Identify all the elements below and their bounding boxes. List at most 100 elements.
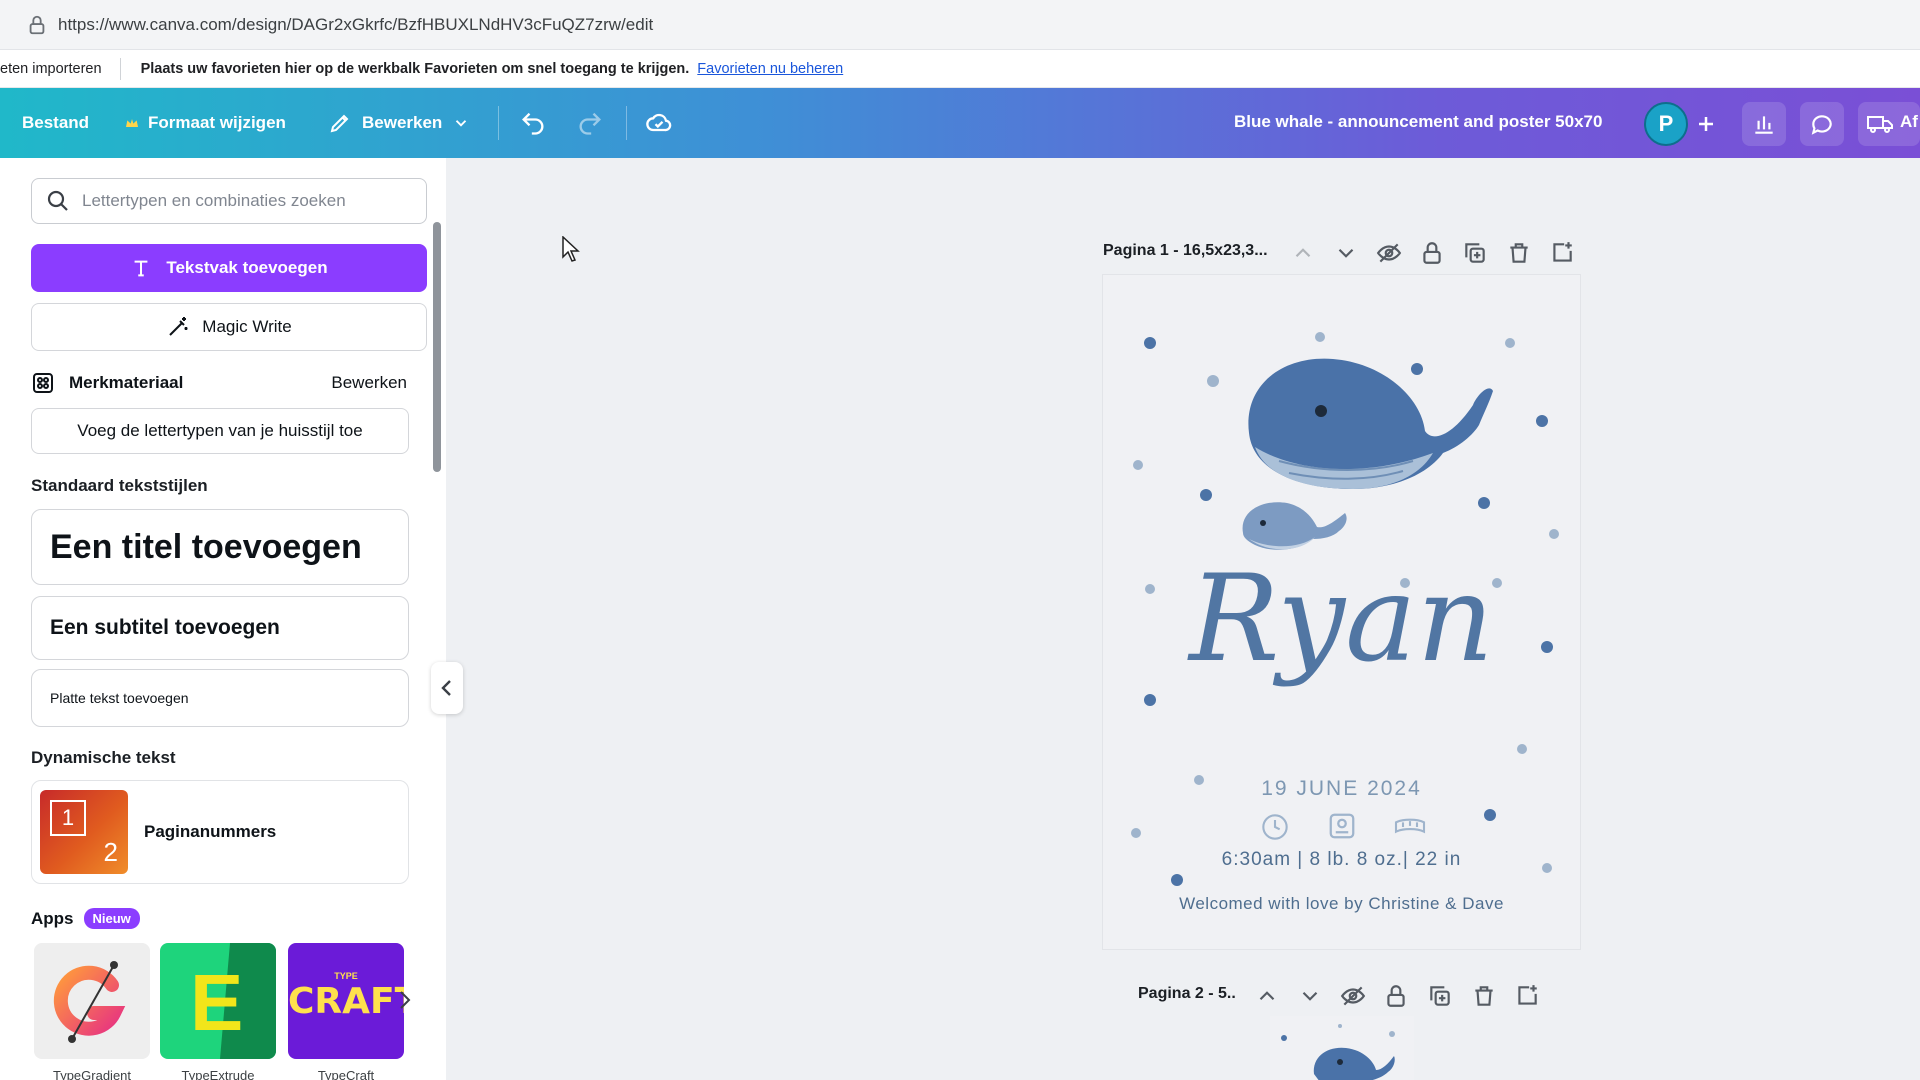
- add-brand-fonts-label: Voeg de lettertypen van je huisstijl toe: [77, 421, 363, 440]
- bookmarks-message: Plaats uw favorieten hier op de werkbalk…: [140, 60, 690, 77]
- document-title[interactable]: Blue whale - announcement and poster 50x…: [1234, 112, 1602, 132]
- add-body-label: Platte tekst toevoegen: [50, 690, 189, 706]
- resize-label: Formaat wijzigen: [148, 113, 286, 132]
- welcome-message-text[interactable]: Welcomed with love by Christine & Dave: [1103, 894, 1580, 914]
- address-bar[interactable]: https://www.canva.com/design/DAGr2xGkrfc…: [0, 0, 1920, 50]
- share-button-label[interactable]: Af: [1900, 112, 1918, 132]
- page-1-label[interactable]: Pagina 1 - 16,5x23,3...: [1103, 242, 1268, 260]
- delete-page-icon[interactable]: [1506, 240, 1532, 266]
- birth-date-text[interactable]: 19 JUNE 2024: [1103, 777, 1580, 801]
- scale-icon: [1329, 813, 1355, 839]
- comments-button[interactable]: [1800, 102, 1844, 146]
- brand-kit-row: Merkmateriaal Bewerken: [31, 368, 407, 398]
- url-text[interactable]: https://www.canva.com/design/DAGr2xGkrfc…: [58, 15, 653, 35]
- search-icon: [47, 190, 68, 211]
- lock-page-icon[interactable]: [1383, 983, 1409, 1009]
- plus-icon: [1699, 117, 1713, 131]
- add-textbox-label: Tekstvak toevoegen: [166, 258, 328, 277]
- page-numbers-card[interactable]: 1 2 Paginanummers: [31, 780, 409, 884]
- truck-icon: [1867, 116, 1893, 133]
- magic-write-button[interactable]: Magic Write: [31, 303, 427, 351]
- edit-mode-dropdown[interactable]: Bewerken: [328, 101, 470, 145]
- add-title-style[interactable]: Een titel toevoegen: [31, 509, 409, 585]
- chevron-up-icon[interactable]: [1290, 240, 1316, 266]
- bar-chart-icon: [1755, 116, 1773, 134]
- new-badge: Nieuw: [83, 908, 140, 929]
- page-2-whale-preview: [1281, 1024, 1395, 1080]
- design-page-2[interactable]: [1270, 1016, 1414, 1080]
- undo-icon[interactable]: [519, 109, 547, 137]
- brand-kit-heading: Merkmateriaal: [69, 373, 184, 392]
- brand-kit-edit-link[interactable]: Bewerken: [331, 373, 407, 393]
- hide-page-icon[interactable]: [1376, 240, 1402, 266]
- panel-scrollbar[interactable]: [433, 222, 441, 472]
- chevron-down-icon: [456, 120, 467, 127]
- collapse-panel-button[interactable]: [431, 662, 463, 714]
- add-subtitle-style[interactable]: Een subtitel toevoegen: [31, 596, 409, 660]
- apps-heading: Apps: [31, 908, 74, 928]
- small-whale-illustration: [1242, 502, 1347, 550]
- lock-icon: [29, 15, 45, 34]
- default-styles-heading: Standaard tekststijlen: [31, 476, 208, 495]
- app-typeextrude[interactable]: E: [160, 943, 276, 1059]
- mouse-cursor-icon: [562, 236, 580, 262]
- redo-icon[interactable]: [576, 109, 604, 137]
- clock-icon: [1262, 814, 1288, 840]
- app-typecraft-name: TypeCraft: [317, 1068, 375, 1080]
- cloud-saved-icon[interactable]: [645, 109, 673, 137]
- page-number-two: 2: [103, 837, 118, 867]
- duplicate-page-icon[interactable]: [1462, 240, 1488, 266]
- app-typegradient[interactable]: [34, 943, 150, 1059]
- insights-button[interactable]: [1742, 102, 1786, 146]
- duplicate-page-icon[interactable]: [1427, 983, 1453, 1009]
- ruler-icon: [1394, 818, 1426, 834]
- page-number-one: 1: [50, 800, 86, 836]
- file-menu-label: Bestand: [22, 113, 90, 132]
- delete-page-icon[interactable]: [1471, 983, 1497, 1009]
- page-2-label[interactable]: Pagina 2 - 5..: [1138, 985, 1236, 1003]
- chevron-down-icon[interactable]: [1333, 240, 1359, 266]
- avatar-initial: P: [1658, 111, 1674, 136]
- big-whale-illustration: [1248, 358, 1493, 489]
- design-page-1[interactable]: Ryan 19 JUNE 2024 6:30am | 8 lb. 8 oz.| …: [1103, 275, 1580, 949]
- resize-button[interactable]: Formaat wijzigen: [124, 101, 286, 145]
- lock-page-icon[interactable]: [1419, 240, 1445, 266]
- add-brand-fonts-button[interactable]: Voeg de lettertypen van je huisstijl toe: [31, 408, 409, 454]
- font-search-input[interactable]: [82, 191, 412, 211]
- dynamic-text-heading: Dynamische tekst: [31, 748, 176, 767]
- add-page-icon[interactable]: [1514, 983, 1540, 1009]
- birth-stats-text[interactable]: 6:30am | 8 lb. 8 oz.| 22 in: [1103, 849, 1580, 871]
- avatar[interactable]: P: [1644, 102, 1688, 146]
- magic-wand-icon: [169, 317, 188, 336]
- add-page-icon[interactable]: [1549, 240, 1575, 266]
- typecraft-small-text: TYPE: [334, 971, 358, 981]
- page-numbers-label: Paginanummers: [144, 822, 277, 841]
- baby-name-text[interactable]: Ryan: [1103, 550, 1580, 689]
- bookmarks-bar: eten importeren Plaats uw favorieten hie…: [0, 50, 1920, 88]
- toolbar-divider: [498, 106, 499, 140]
- chevron-down-icon[interactable]: [1297, 983, 1323, 1009]
- text-t-icon: [134, 260, 148, 277]
- edit-mode-label: Bewerken: [362, 113, 443, 132]
- chevron-left-icon: [441, 680, 451, 696]
- add-body-text-style[interactable]: Platte tekst toevoegen: [31, 669, 409, 727]
- font-search-field[interactable]: [31, 178, 427, 224]
- toolbar-divider: [626, 106, 627, 140]
- apps-header: Apps Nieuw: [31, 908, 140, 929]
- hide-page-icon[interactable]: [1340, 983, 1366, 1009]
- manage-favorites-link[interactable]: Favorieten nu beheren: [697, 61, 843, 77]
- add-textbox-button[interactable]: Tekstvak toevoegen: [31, 244, 427, 292]
- chevron-up-icon[interactable]: [1254, 983, 1280, 1009]
- import-bookmarks-link[interactable]: eten importeren: [0, 57, 121, 80]
- editor-toolbar: Bestand Formaat wijzigen Bewerken Blue w…: [0, 88, 1920, 158]
- typeextrude-letter: E: [190, 958, 244, 1047]
- comment-icon: [1811, 115, 1832, 135]
- add-title-label: Een titel toevoegen: [50, 527, 362, 566]
- app-typecraft[interactable]: TYPE CRAFT: [288, 943, 404, 1059]
- add-collaborator-button[interactable]: [1684, 102, 1728, 146]
- file-menu-button[interactable]: Bestand: [22, 101, 89, 145]
- typegradient-logo-icon: [53, 961, 126, 1043]
- crown-icon: [126, 119, 138, 127]
- text-panel: Tekstvak toevoegen Magic Write Merkmater…: [0, 158, 446, 1080]
- chevron-right-icon[interactable]: [398, 988, 412, 1012]
